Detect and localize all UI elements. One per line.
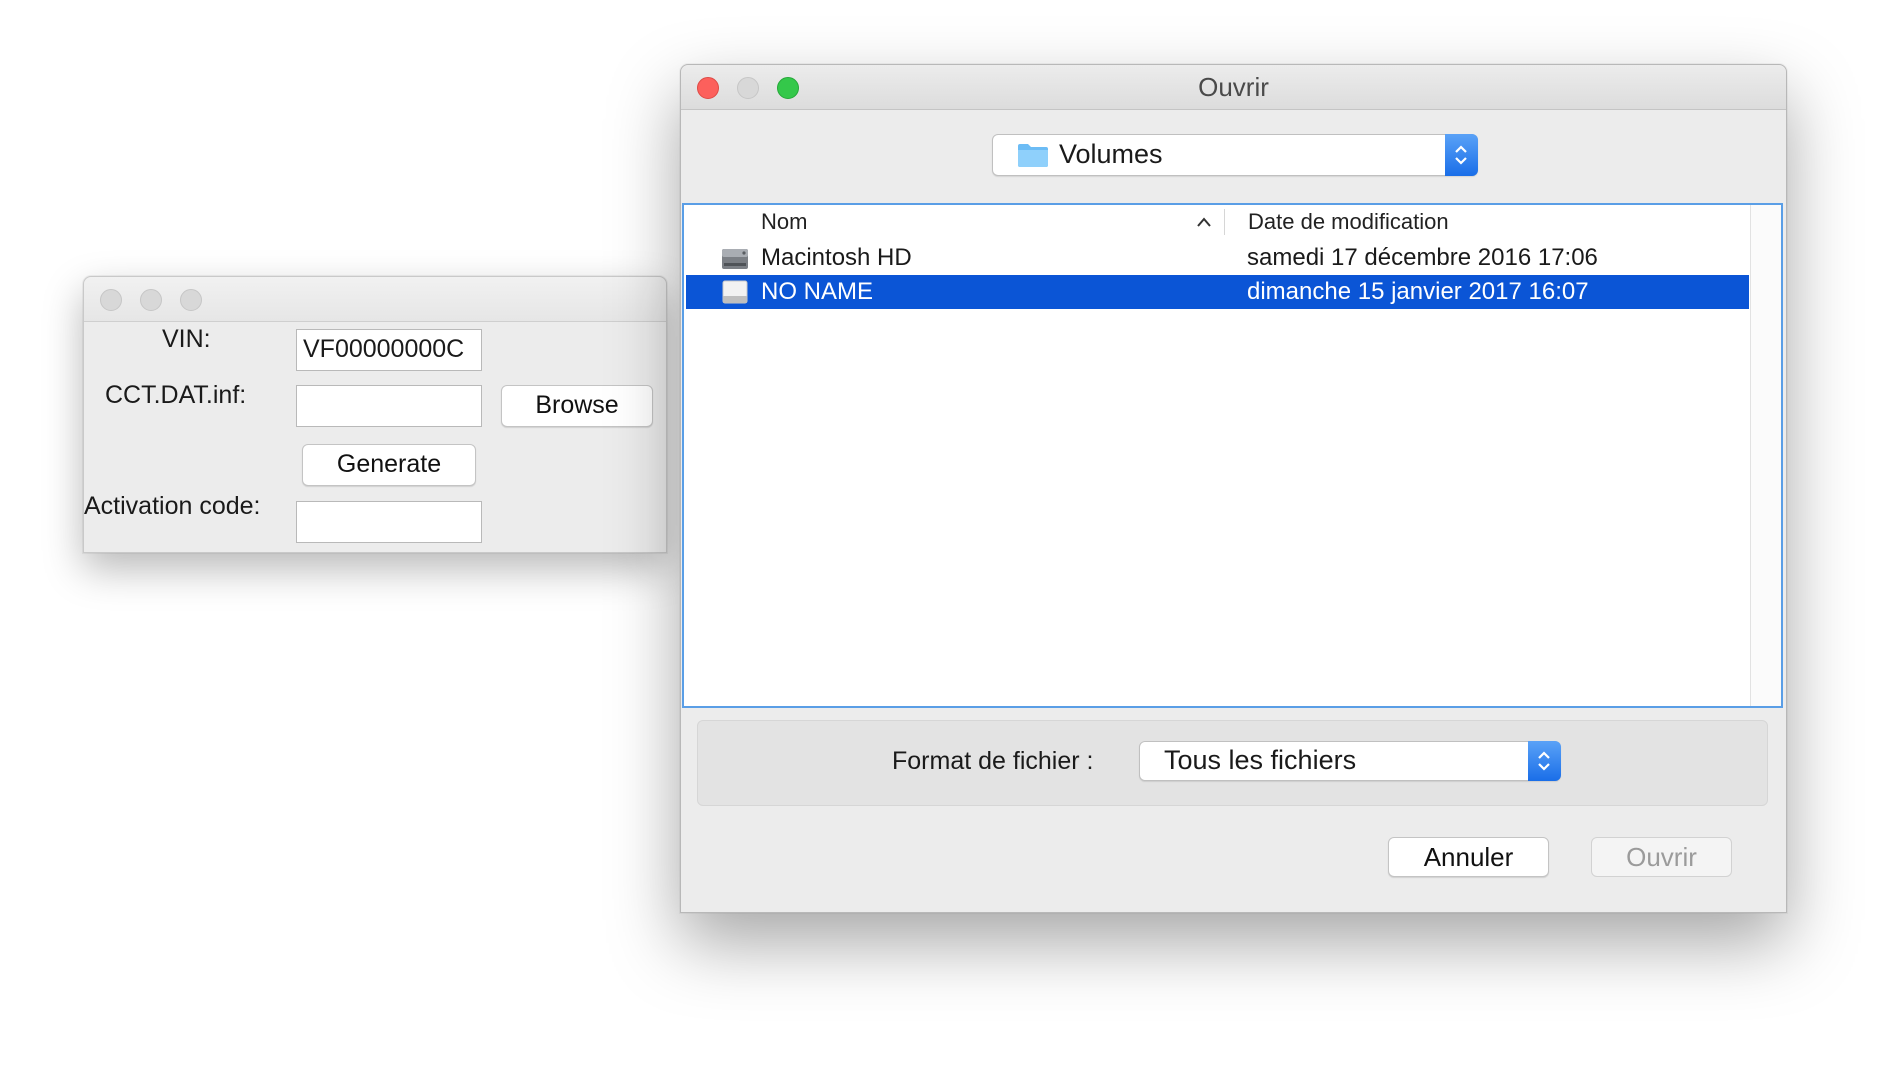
format-panel: Format de fichier : Tous les fichiers	[697, 720, 1768, 806]
zoom-button[interactable]	[180, 289, 202, 311]
popup-arrows	[1445, 134, 1478, 176]
chevron-updown-icon	[1455, 145, 1467, 165]
generate-button[interactable]: Generate	[302, 444, 476, 486]
folder-icon	[1018, 144, 1048, 167]
activation-window-titlebar[interactable]	[84, 277, 666, 322]
browse-button[interactable]: Browse	[501, 385, 653, 427]
format-popup[interactable]: Tous les fichiers	[1139, 741, 1561, 781]
file-row-macintosh-hd[interactable]: Macintosh HD samedi 17 décembre 2016 17:…	[686, 241, 1749, 275]
format-label: Format de fichier :	[892, 747, 1094, 775]
minimize-button[interactable]	[140, 289, 162, 311]
chevron-updown-icon	[1538, 751, 1550, 771]
file-list-header: Nom Date de modification	[684, 205, 1749, 239]
hard-disk-icon	[722, 249, 748, 269]
file-row-no-name[interactable]: NO NAME dimanche 15 janvier 2017 16:07	[686, 275, 1749, 309]
cct-field[interactable]	[296, 385, 482, 427]
activation-window: VIN: VF00000000C CCT.DAT.inf: Browse Gen…	[83, 276, 667, 553]
file-name: Macintosh HD	[761, 244, 912, 271]
file-date: samedi 17 décembre 2016 17:06	[1247, 244, 1598, 271]
cct-label: CCT.DAT.inf:	[105, 381, 247, 409]
removable-disk-icon	[722, 280, 748, 304]
file-list[interactable]: Nom Date de modification Macintosh HD sa…	[682, 203, 1783, 708]
sort-ascending-icon[interactable]	[1196, 216, 1212, 228]
column-header-date[interactable]: Date de modification	[1248, 205, 1449, 239]
column-header-name[interactable]: Nom	[761, 205, 807, 239]
cancel-button[interactable]: Annuler	[1388, 837, 1549, 877]
open-dialog: Ouvrir Volumes Nom Date de modification	[680, 64, 1787, 913]
file-name: NO NAME	[761, 278, 874, 305]
open-dialog-titlebar[interactable]: Ouvrir	[681, 65, 1786, 110]
open-button[interactable]: Ouvrir	[1591, 837, 1732, 877]
vin-field[interactable]: VF00000000C	[296, 329, 482, 371]
activation-code-label: Activation code:	[84, 492, 261, 520]
close-button[interactable]	[100, 289, 122, 311]
activation-code-field[interactable]	[296, 501, 482, 543]
file-date: dimanche 15 janvier 2017 16:07	[1247, 278, 1589, 305]
vin-label: VIN:	[162, 325, 211, 353]
location-popup[interactable]: Volumes	[992, 134, 1478, 176]
location-value: Volumes	[1059, 139, 1163, 169]
column-divider	[1224, 209, 1225, 235]
format-value: Tous les fichiers	[1164, 745, 1357, 775]
dialog-title: Ouvrir	[1198, 72, 1269, 102]
popup-arrows	[1528, 741, 1561, 781]
vertical-scrollbar[interactable]	[1750, 205, 1781, 706]
